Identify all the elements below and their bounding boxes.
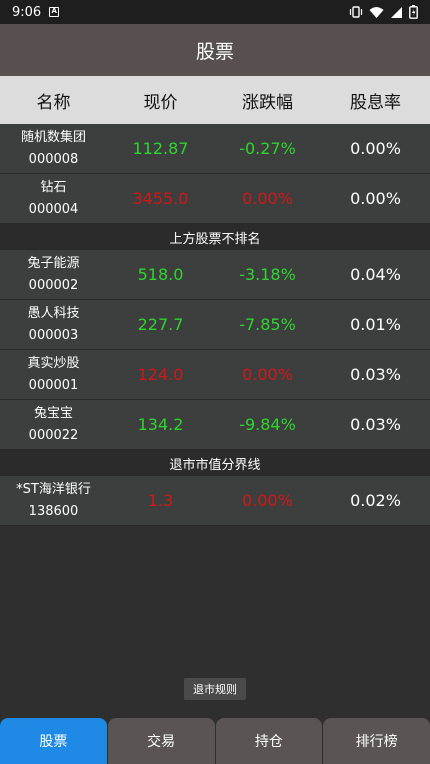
stock-price: 124.0 [137,365,184,384]
stock-list: 随机数集团 000008 112.87 -0.27% 0.00% 钻石 000004… [0,124,430,526]
stock-name: 钻石 [40,179,67,195]
stock-price: 112.87 [132,139,189,158]
ranking-divider: 上方股票不排名 [0,224,430,250]
stock-change: -9.84% [239,415,296,434]
stock-code: 000001 [28,377,79,393]
stock-name: *ST海洋银行 [16,481,91,497]
stock-change: -0.27% [239,139,296,158]
stock-row[interactable]: 兔子能源 000002 518.0 -3.18% 0.04% [0,250,430,300]
app-bar: 股票 [0,24,430,76]
stock-change: 0.00% [242,491,293,510]
notification-icon: A [49,7,60,17]
stock-code: 000003 [28,327,79,343]
stock-yield: 0.01% [350,315,401,334]
stock-name: 兔宝宝 [33,405,73,421]
stock-yield: 0.04% [350,265,401,284]
stock-price: 134.2 [137,415,184,434]
tab-holdings[interactable]: 持仓 [215,718,323,764]
stock-row[interactable]: 钻石 000004 3455.0 0.00% 0.00% [0,174,430,224]
stock-yield: 0.03% [350,415,401,434]
header-change: 涨跌幅 [242,92,293,113]
stock-price: 227.7 [137,315,184,334]
delisting-divider: 退市市值分界线 [0,450,430,476]
header-name: 名称 [36,92,71,113]
tab-leaderboard[interactable]: 排行榜 [323,718,430,764]
stock-name: 愚人科技 [27,305,80,321]
stock-price: 518.0 [137,265,184,284]
stock-code: 000002 [28,277,79,293]
stock-price: 1.3 [147,491,174,510]
table-header: 名称 现价 涨跌幅 股息率 [0,76,430,124]
stock-name: 兔子能源 [27,255,80,271]
stock-price: 3455.0 [132,189,189,208]
stock-code: 000008 [28,151,79,167]
stock-code: 000004 [28,201,79,217]
stock-change: -3.18% [239,265,296,284]
stock-yield: 0.02% [350,491,401,510]
delisting-rules-button[interactable]: 退市规则 [184,678,246,700]
stock-name: 真实炒股 [27,355,80,371]
vibrate-icon [349,5,363,19]
stock-change: 0.00% [242,189,293,208]
stock-yield: 0.00% [350,189,401,208]
header-price: 现价 [143,92,178,113]
stock-code: 000022 [28,427,79,443]
stock-change: 0.00% [242,365,293,384]
stock-row[interactable]: 兔宝宝 000022 134.2 -9.84% 0.03% [0,400,430,450]
page-title: 股票 [195,40,234,63]
signal-icon [390,6,403,19]
stock-row[interactable]: 真实炒股 000001 124.0 0.00% 0.03% [0,350,430,400]
tab-trade[interactable]: 交易 [107,718,215,764]
stock-change: -7.85% [239,315,296,334]
status-time: 9:06 [12,4,42,20]
stock-yield: 0.00% [350,139,401,158]
stock-row[interactable]: 随机数集团 000008 112.87 -0.27% 0.00% [0,124,430,174]
stock-code: 138600 [28,503,79,519]
status-bar: 9:06 A [0,0,430,24]
stock-row[interactable]: 愚人科技 000003 227.7 -7.85% 0.01% [0,300,430,350]
tab-stocks[interactable]: 股票 [0,718,107,764]
wifi-icon [369,6,384,19]
battery-icon [409,5,418,19]
bottom-tab-bar: 股票 交易 持仓 排行榜 [0,718,430,764]
header-yield: 股息率 [350,92,401,113]
stock-row[interactable]: *ST海洋银行 138600 1.3 0.00% 0.02% [0,476,430,526]
stock-name: 随机数集团 [20,129,86,145]
stock-yield: 0.03% [350,365,401,384]
